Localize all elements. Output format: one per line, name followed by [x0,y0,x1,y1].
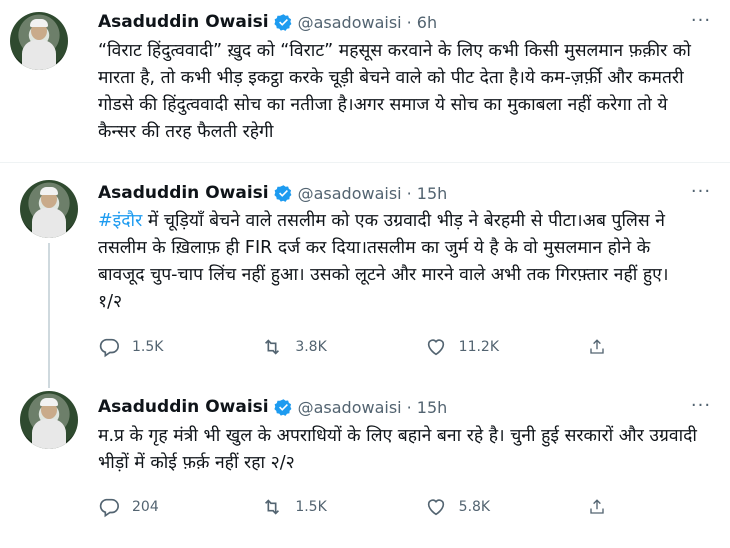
like-icon [427,339,444,356]
tweet-body: में चूड़ियाँ बेचने वाले तसलीम को एक उग्र… [98,211,669,312]
reply-button[interactable]: 204 [98,496,261,518]
tweet-header: Asaduddin Owaisi @asadowaisi · 6h [98,10,437,34]
like-icon [427,499,444,516]
author-handle[interactable]: @asadowaisi [298,398,402,417]
reply-count: 204 [132,499,159,515]
author-name[interactable]: Asaduddin Owaisi [98,183,269,203]
tweet-text: म.प्र के गृह मंत्री भी खुल के अपराधियों … [98,426,697,473]
more-options-icon[interactable]: ··· [690,183,712,207]
tweet-1[interactable]: Asaduddin Owaisi @asadowaisi · 6h ··· “व… [0,0,730,160]
timestamp[interactable]: · 15h [407,184,448,203]
share-icon [590,339,604,354]
like-button[interactable]: 11.2K [425,336,588,358]
share-button[interactable] [588,336,618,358]
timestamp[interactable]: · 15h [407,398,448,417]
avatar[interactable] [20,391,78,449]
verified-badge-icon [274,13,292,31]
tweet-header: Asaduddin Owaisi @asadowaisi · 15h [98,395,447,419]
author-handle[interactable]: @asadowaisi [298,13,402,32]
tweet-2[interactable]: Asaduddin Owaisi @asadowaisi · 15h ··· #… [0,163,730,388]
retweet-count: 1.5K [295,499,327,515]
tweet-text: “विराट हिंदुत्ववादी” ख़ुद को “विराट” महस… [98,41,691,142]
verified-badge-icon [274,184,292,202]
like-count: 11.2K [458,339,500,355]
retweet-icon [265,499,280,515]
thread-connector [48,243,50,388]
like-button[interactable]: 5.8K [425,496,588,518]
tweet-text: #इंदौर में चूड़ियाँ बेचने वाले तसलीम को … [98,208,698,316]
reply-button[interactable]: 1.5K [98,336,261,358]
more-options-icon[interactable]: ··· [690,12,712,36]
tweet-actions: 204 1.5K 5.8K [98,496,618,518]
tweet-3[interactable]: Asaduddin Owaisi @asadowaisi · 15h ··· म… [0,385,730,545]
like-count: 5.8K [458,499,491,515]
avatar[interactable] [10,12,68,70]
author-name[interactable]: Asaduddin Owaisi [98,12,269,32]
tweet-header: Asaduddin Owaisi @asadowaisi · 15h [98,181,447,205]
author-handle[interactable]: @asadowaisi [298,184,402,203]
tweet-actions: 1.5K 3.8K 11.2K [98,336,618,358]
reply-count: 1.5K [132,339,164,355]
retweet-button[interactable]: 1.5K [261,496,424,518]
timestamp[interactable]: · 6h [407,13,438,32]
retweet-count: 3.8K [295,339,327,355]
reply-icon [99,498,119,518]
reply-icon [99,338,119,358]
retweet-button[interactable]: 3.8K [261,336,424,358]
verified-badge-icon [274,398,292,416]
more-options-icon[interactable]: ··· [690,397,712,421]
hashtag-link[interactable]: #इंदौर [98,211,142,231]
author-name[interactable]: Asaduddin Owaisi [98,397,269,417]
share-icon [590,499,604,514]
retweet-icon [265,339,280,355]
share-button[interactable] [588,496,618,518]
avatar[interactable] [20,180,78,238]
